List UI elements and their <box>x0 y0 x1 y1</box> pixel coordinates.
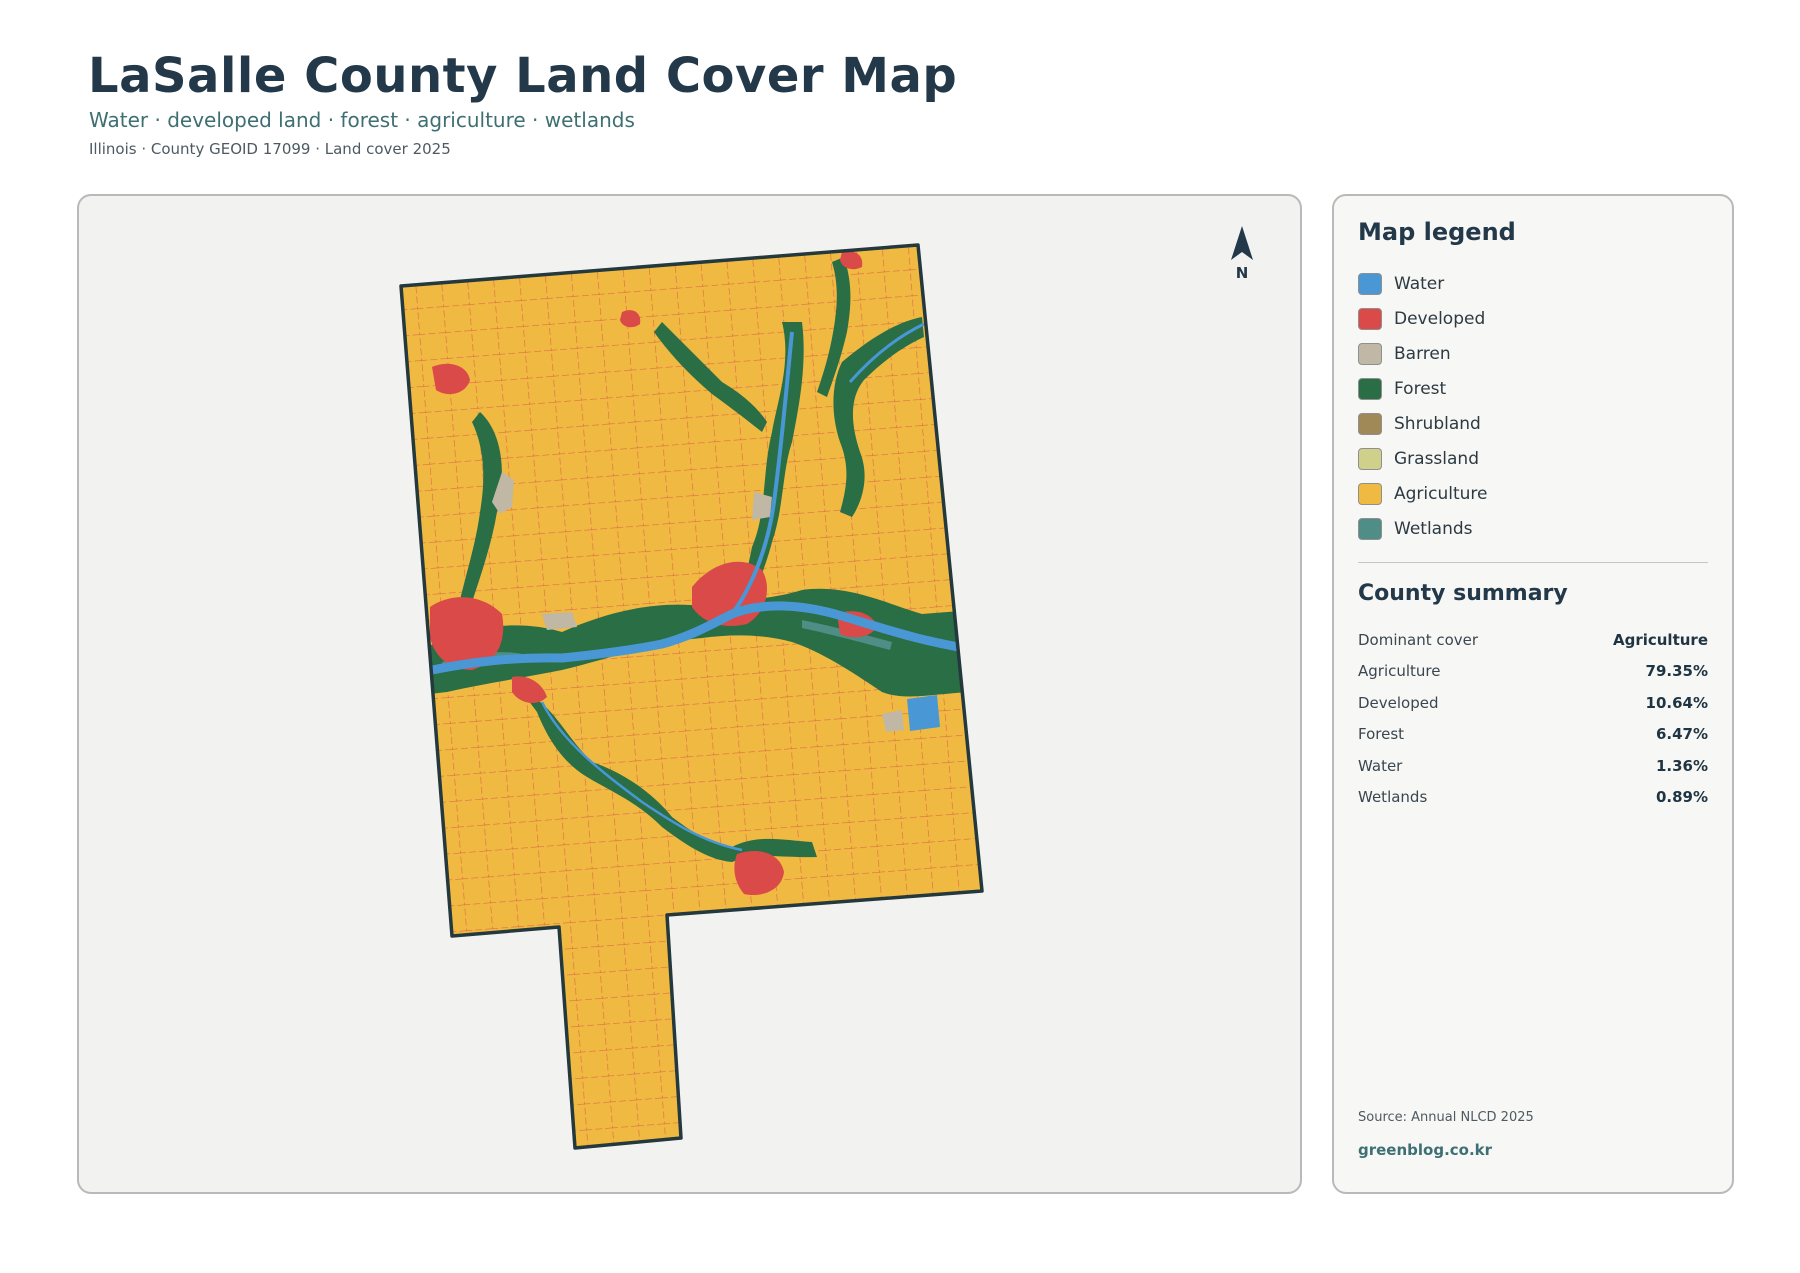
legend-title: Map legend <box>1358 218 1516 246</box>
summary-value: 1.36% <box>1655 756 1708 775</box>
legend-swatch <box>1358 377 1382 400</box>
legend-label: Agriculture <box>1394 483 1488 504</box>
legend-swatch <box>1358 272 1382 295</box>
summary-title: County summary <box>1358 581 1568 606</box>
legend-label: Wetlands <box>1394 518 1473 539</box>
summary-label: Agriculture <box>1358 662 1441 681</box>
legend-item: Barren <box>1358 336 1488 371</box>
summary-label: Forest <box>1358 725 1405 744</box>
page-title: LaSalle County Land Cover Map <box>88 48 958 104</box>
summary-row: Agriculture 79.35% <box>1358 656 1708 688</box>
legend-label: Forest <box>1394 378 1447 399</box>
barren-area-3 <box>542 612 577 630</box>
summary-value: 0.89% <box>1655 788 1708 807</box>
legend-item: Water <box>1358 266 1488 301</box>
legend-swatch <box>1358 482 1382 505</box>
summary-value: 10.64% <box>1645 693 1708 712</box>
legend-swatch <box>1358 412 1382 435</box>
summary-table: Dominant cover Agriculture Agriculture 79.3… <box>1358 624 1708 813</box>
north-arrow: N <box>1222 224 1262 284</box>
legend-swatch <box>1358 307 1382 330</box>
reservoir <box>907 695 940 731</box>
north-label: N <box>1235 264 1249 282</box>
summary-value: 6.47% <box>1655 725 1708 744</box>
page-meta: Illinois · County GEOID 17099 · Land cov… <box>89 140 451 158</box>
summary-label: Water <box>1358 756 1403 775</box>
legend-item: Agriculture <box>1358 476 1488 511</box>
summary-row: Forest 6.47% <box>1358 719 1708 751</box>
legend-label: Shrubland <box>1394 413 1481 434</box>
north-arrow-icon <box>1231 226 1253 260</box>
summary-value: Agriculture <box>1612 630 1708 649</box>
legend-item: Developed <box>1358 301 1488 336</box>
legend-item: Forest <box>1358 371 1488 406</box>
summary-row: Wetlands 0.89% <box>1358 782 1708 814</box>
summary-label: Developed <box>1358 693 1439 712</box>
map-panel[interactable] <box>77 194 1302 1194</box>
legend-swatch <box>1358 342 1382 365</box>
summary-row: Dominant cover Agriculture <box>1358 624 1708 656</box>
legend-list: Water Developed Barren Forest Shrubland Grass… <box>1358 266 1488 546</box>
land-cover-layer <box>401 245 982 1148</box>
summary-row: Water 1.36% <box>1358 750 1708 782</box>
source-note: Source: Annual NLCD 2025 <box>1358 1110 1534 1125</box>
side-panel: Map legend Water Developed Barren Forest Shr… <box>1332 194 1734 1194</box>
legend-swatch <box>1358 517 1382 540</box>
legend-label: Barren <box>1394 343 1451 364</box>
legend-item: Wetlands <box>1358 511 1488 546</box>
summary-value: 79.35% <box>1645 662 1708 681</box>
legend-label: Developed <box>1394 308 1486 329</box>
legend-label: Grassland <box>1394 448 1479 469</box>
summary-label: Dominant cover <box>1358 630 1479 649</box>
legend-swatch <box>1358 447 1382 470</box>
page-subtitle: Water · developed land · forest · agricu… <box>89 108 635 132</box>
site-link[interactable]: greenblog.co.kr <box>1358 1141 1492 1159</box>
legend-item: Shrubland <box>1358 406 1488 441</box>
summary-row: Developed 10.64% <box>1358 687 1708 719</box>
summary-label: Wetlands <box>1358 788 1428 807</box>
county-map <box>399 243 984 1150</box>
legend-label: Water <box>1394 273 1445 294</box>
barren-area-2 <box>752 492 772 520</box>
divider <box>1358 562 1708 563</box>
legend-item: Grassland <box>1358 441 1488 476</box>
